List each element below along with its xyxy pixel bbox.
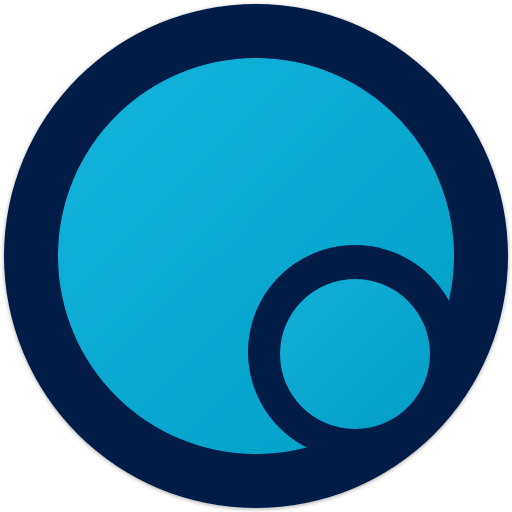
small-inner-circle	[280, 279, 430, 429]
circle-logo-icon	[4, 4, 508, 508]
app-icon	[0, 0, 512, 512]
